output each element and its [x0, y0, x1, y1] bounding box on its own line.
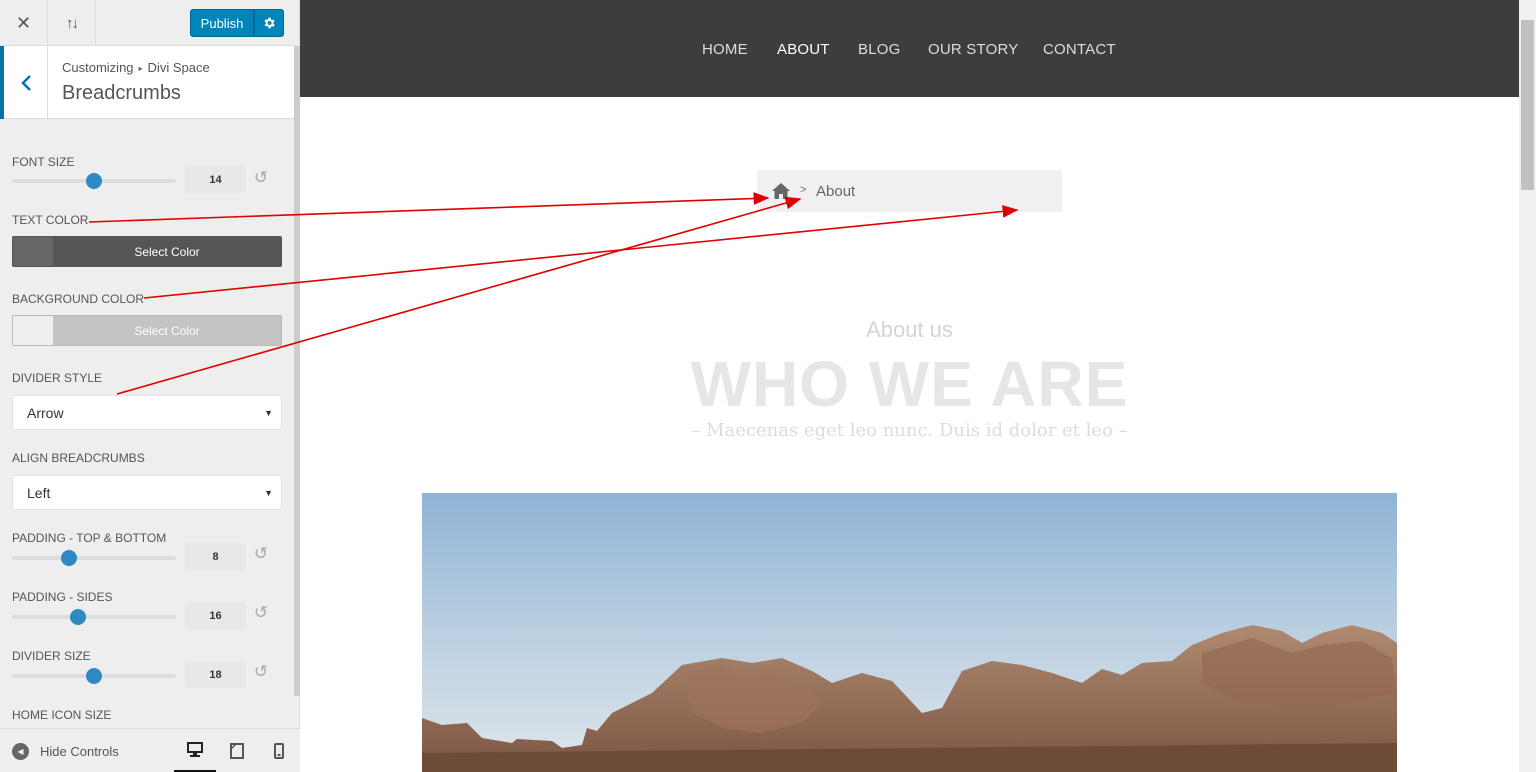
- home-icon-size-label: HOME ICON SIZE: [12, 708, 112, 722]
- nav-our-story[interactable]: OUR STORY: [928, 41, 1018, 58]
- site-preview: HOME ABOUT BLOG OUR STORY CONTACT > Abou…: [300, 0, 1536, 772]
- customizer-header: ✕ ↑↓ Publish: [0, 0, 296, 46]
- reset-icon[interactable]: ↺: [252, 545, 270, 563]
- preview-scrollbar-thumb[interactable]: [1521, 20, 1534, 190]
- chevron-down-icon: ▼: [264, 407, 273, 418]
- main-navigation: HOME ABOUT BLOG OUR STORY CONTACT: [300, 0, 1519, 97]
- tablet-icon[interactable]: [216, 729, 258, 772]
- breadcrumb-root: Customizing: [62, 60, 134, 75]
- customizer-window: ✕ ↑↓ Publish Customizing ▸ Divi Space Brea…: [0, 0, 1536, 772]
- divider-style-select[interactable]: Arrow ▼: [12, 395, 282, 430]
- slider-handle[interactable]: [61, 550, 78, 566]
- align-breadcrumbs-label: ALIGN BREADCRUMBS: [12, 451, 145, 465]
- reset-icon[interactable]: ↺: [252, 169, 270, 187]
- padding-sides-input[interactable]: 16: [185, 602, 246, 629]
- padding-sides-label: PADDING - SIDES: [12, 590, 113, 604]
- back-button[interactable]: [0, 46, 48, 119]
- section-tagline: – Maecenas eget leo nunc. Duis id dolor …: [691, 420, 1128, 441]
- controls-panel: FONT SIZE 14 ↺ TEXT COLOR Select Color B…: [0, 120, 296, 728]
- text-color-button[interactable]: Select Color: [12, 236, 282, 267]
- section-header: Customizing ▸ Divi Space Breadcrumbs: [0, 46, 296, 119]
- customizer-footer: ◀ Hide Controls: [0, 728, 300, 772]
- section-heading: WHO WE ARE: [690, 348, 1129, 420]
- padding-tb-label: PADDING - TOP & BOTTOM: [12, 531, 167, 545]
- font-size-label: FONT SIZE: [12, 155, 75, 169]
- breadcrumbs-bar: > About: [757, 170, 1062, 212]
- chevron-left-icon: [20, 74, 31, 91]
- breadcrumb-divider: >: [800, 184, 807, 196]
- customizer-sidebar: ✕ ↑↓ Publish Customizing ▸ Divi Space Brea…: [0, 0, 300, 772]
- align-breadcrumbs-select[interactable]: Left ▼: [12, 475, 282, 510]
- breadcrumb-current: About: [816, 183, 856, 200]
- background-color-button[interactable]: Select Color: [12, 315, 282, 346]
- section-subtitle: About us: [866, 317, 953, 342]
- caret-right-icon: ▸: [138, 64, 143, 73]
- desktop-icon[interactable]: [174, 729, 216, 772]
- gear-icon[interactable]: [254, 9, 284, 37]
- nav-about[interactable]: ABOUT: [777, 41, 830, 58]
- slider-handle[interactable]: [69, 609, 86, 625]
- hide-controls-label: Hide Controls: [40, 743, 119, 759]
- align-breadcrumbs-value: Left: [27, 484, 51, 501]
- hide-controls-button[interactable]: ◀ Hide Controls: [12, 729, 119, 772]
- nav-blog[interactable]: BLOG: [858, 41, 900, 58]
- font-size-input[interactable]: 14: [185, 166, 246, 193]
- font-size-slider[interactable]: [12, 173, 176, 189]
- mobile-icon[interactable]: [258, 729, 300, 772]
- divider-style-value: Arrow: [27, 404, 64, 421]
- text-color-label: TEXT COLOR: [12, 213, 89, 227]
- home-icon[interactable]: [771, 182, 791, 200]
- divider-size-label: DIVIDER SIZE: [12, 649, 91, 663]
- reset-icon[interactable]: ↺: [252, 604, 270, 622]
- background-color-label: BACKGROUND COLOR: [12, 292, 145, 306]
- slider-handle[interactable]: [86, 668, 102, 684]
- breadcrumb: Customizing ▸ Divi Space: [62, 60, 210, 75]
- reset-icon[interactable]: ↺: [252, 663, 270, 681]
- divider-size-input[interactable]: 18: [185, 661, 246, 688]
- section-title: Breadcrumbs: [62, 82, 181, 104]
- collapse-icon: ◀: [12, 742, 29, 760]
- divider-size-slider[interactable]: [12, 668, 176, 684]
- slider-handle[interactable]: [86, 173, 102, 189]
- color-swatch: [13, 237, 53, 266]
- padding-tb-slider[interactable]: [12, 550, 176, 566]
- rocky-landscape-picture: [422, 493, 1397, 772]
- divider-style-label: DIVIDER STYLE: [12, 371, 103, 385]
- nav-home[interactable]: HOME: [702, 41, 748, 58]
- close-icon[interactable]: ✕: [0, 0, 48, 46]
- nav-contact[interactable]: CONTACT: [1043, 41, 1116, 58]
- publish-button[interactable]: Publish: [190, 9, 254, 37]
- padding-tb-input[interactable]: 8: [185, 543, 246, 570]
- color-swatch: [13, 316, 53, 345]
- chevron-down-icon: ▼: [264, 487, 273, 498]
- sort-arrows-icon[interactable]: ↑↓: [48, 0, 96, 46]
- breadcrumb-parent: Divi Space: [147, 60, 210, 75]
- hero-image: [422, 493, 1397, 772]
- select-color-label: Select Color: [134, 244, 200, 259]
- select-color-label: Select Color: [134, 323, 200, 338]
- padding-sides-slider[interactable]: [12, 609, 176, 625]
